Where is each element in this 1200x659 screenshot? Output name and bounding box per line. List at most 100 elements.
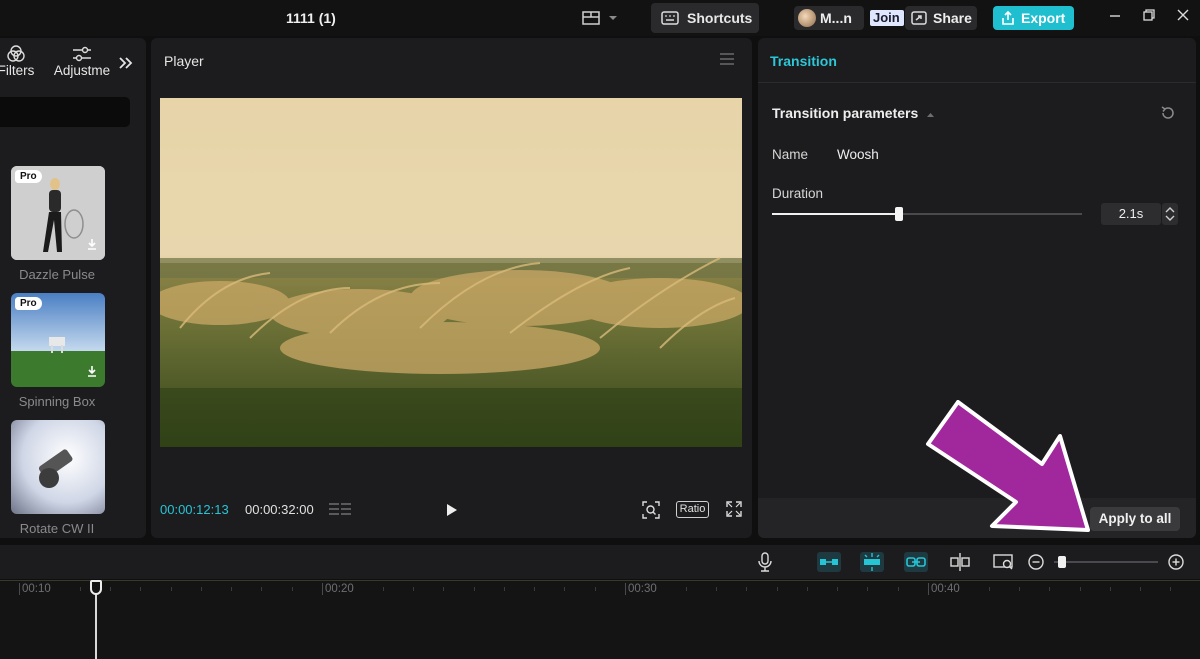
menu-icon[interactable] [719,53,735,65]
tab-adjustment[interactable]: Adjustme [50,38,114,84]
video-preview[interactable] [160,98,742,447]
ruler-label: 00:10 [22,583,51,595]
ruler-tick [140,587,141,591]
section-title[interactable]: Transition parameters [772,105,935,121]
ruler-tick [837,587,838,591]
shortcuts-button[interactable]: Shortcuts [651,3,759,33]
transition-item-label: Spinning Box [18,394,96,409]
ruler-tick [80,587,81,591]
minimize-button[interactable] [1106,8,1124,26]
ruler-tick [716,587,717,591]
fit-view-icon[interactable] [642,501,660,519]
zoom-slider[interactable] [1054,561,1158,563]
download-icon[interactable] [84,365,100,381]
user-button[interactable]: M...n [794,6,864,30]
ruler-tick [171,587,172,591]
linkage-icon[interactable] [904,552,928,572]
ruler-tick [413,587,414,591]
join-button[interactable]: Join [870,10,904,26]
tab-filters[interactable]: Filters [0,38,38,84]
list-icon[interactable] [329,502,353,518]
ruler-tick [534,587,535,591]
video-frame-image [160,98,742,447]
transition-item-label: Dazzle Pulse [19,267,95,282]
ruler-tick [110,587,111,591]
split-align-icon[interactable] [948,552,972,572]
minimize-icon [1110,15,1120,17]
reset-icon[interactable] [1160,105,1176,121]
auto-snap-icon[interactable] [860,552,884,572]
tab-filters-label: Filters [0,63,35,78]
playhead-handle[interactable] [90,580,102,595]
main-track-magnet-icon[interactable] [817,552,841,572]
pro-badge: Pro [15,170,42,183]
ruler-tick [1170,587,1171,591]
ruler-tick [19,583,20,595]
close-button[interactable] [1174,8,1192,26]
ruler-tick [564,587,565,591]
app-window: 1111 (1) Shortcuts M...n Join Share Expo… [0,0,1200,659]
ruler-tick [292,587,293,591]
download-icon[interactable] [84,238,100,254]
section-label: Transition parameters [772,105,919,121]
zoom-in-icon[interactable] [1167,553,1185,571]
ruler-tick [625,583,626,595]
ruler-tick [383,587,384,591]
preview-axis-icon[interactable] [992,552,1016,572]
timeline-area[interactable]: 00:10 00:20 00:30 00:40 [0,580,1200,659]
export-icon [1002,11,1014,25]
duration-slider[interactable] [772,207,1082,221]
ruler-tick [928,583,929,595]
export-button[interactable]: Export [993,6,1074,30]
project-title: 1111 (1) [286,10,336,26]
player-panel: Player 00:00:12:13 00:00:32:00 Ratio [151,38,752,538]
duration-slider-fill [772,213,899,215]
current-timecode: 00:00:12:13 [160,502,229,517]
ruler-label: 00:30 [628,583,657,595]
ruler-tick [686,587,687,591]
ruler-tick [1049,587,1050,591]
playhead-line [95,591,97,659]
ruler-label: 00:40 [931,583,960,595]
collapse-caret-icon [927,113,935,117]
pro-badge: Pro [15,297,42,310]
play-icon[interactable] [445,502,459,518]
ruler-tick [231,587,232,591]
layout-button[interactable] [582,9,620,27]
player-title: Player [164,53,204,69]
restore-button[interactable] [1140,8,1158,26]
sliders-icon [73,46,91,62]
thumbnail-image [11,420,105,514]
transition-item-spinning-box[interactable]: Pro [11,293,105,387]
zoom-out-icon[interactable] [1027,553,1045,571]
ratio-button[interactable]: Ratio [676,501,709,518]
share-label: Share [933,10,972,26]
expand-tabs-button[interactable] [117,55,133,76]
tab-adjustment-label: Adjustme [53,63,111,78]
restore-icon [1143,9,1155,21]
duration-stepper[interactable] [1162,203,1178,225]
effects-panel: Filters Adjustme Pro Dazzle Pulse Pro Sp… [0,38,146,538]
zoom-slider-handle[interactable] [1058,556,1066,568]
duration-input[interactable]: 2.1s [1101,203,1161,225]
microphone-icon[interactable] [756,552,774,572]
transition-item-dazzle-pulse[interactable]: Pro [11,166,105,260]
transition-item-rotate-cw-ii[interactable] [11,420,105,514]
apply-to-all-button[interactable]: Apply to all [1090,507,1180,531]
fullscreen-icon[interactable] [726,501,742,517]
ruler-tick [261,587,262,591]
ruler-tick [322,583,323,595]
total-timecode: 00:00:32:00 [245,502,314,517]
timeline-ruler [0,580,1200,581]
tab-transition[interactable]: Transition [770,53,837,69]
name-label: Name [772,147,809,162]
ruler-tick [1080,587,1081,591]
chevron-down-icon [609,16,617,20]
double-chevron-right-icon [119,57,133,69]
layout-icon [582,11,600,25]
stepper-arrows-icon [1165,207,1175,221]
duration-slider-handle[interactable] [895,207,903,221]
search-input[interactable] [0,97,130,127]
ruler-tick [898,587,899,591]
share-button[interactable]: Share [905,6,977,30]
